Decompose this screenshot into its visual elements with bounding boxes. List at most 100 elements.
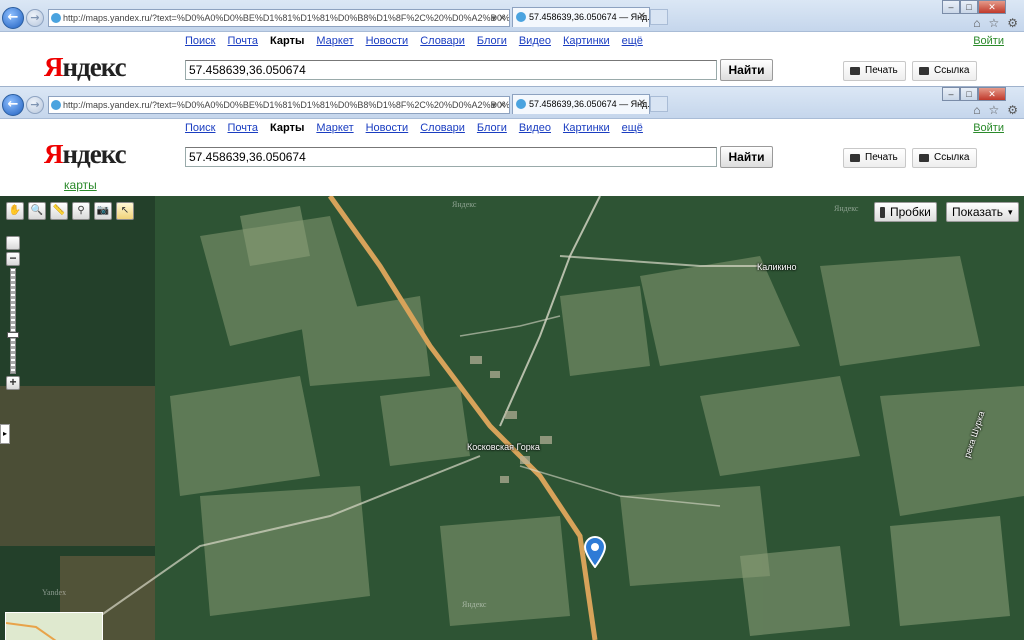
browser-tools-front: ⌂ ☆ ⚙ xyxy=(973,103,1018,117)
forward-button[interactable]: → xyxy=(26,9,44,27)
zoom-control: − + xyxy=(6,236,20,390)
zoom-reset-button[interactable] xyxy=(6,236,20,250)
tab-active-front[interactable]: 57.458639,36.050674 — Янд... ✕ xyxy=(512,94,650,114)
zoom-tool-icon[interactable]: 🔍 xyxy=(28,202,46,220)
screenshot-tool-icon[interactable]: 📷 xyxy=(94,202,112,220)
find-button-front[interactable]: Найти xyxy=(720,146,773,168)
new-tab-button-front[interactable] xyxy=(650,96,668,112)
login-link-front[interactable]: Войти xyxy=(973,122,1004,134)
settings-icon[interactable]: ⚙ xyxy=(1007,103,1018,117)
pan-tool-icon[interactable]: ✋ xyxy=(6,202,24,220)
zoom-slider[interactable] xyxy=(10,268,16,374)
nav-link-more[interactable]: ещё xyxy=(622,35,643,47)
close-button[interactable]: ✕ xyxy=(978,0,1006,14)
nav-link-blogs[interactable]: Блоги xyxy=(477,35,507,47)
traffic-light-icon xyxy=(880,206,885,218)
nav-link-market[interactable]: Маркет xyxy=(316,122,353,134)
browser-tools: ⌂ ☆ ⚙ xyxy=(973,16,1018,30)
tab-close-icon[interactable]: ✕ xyxy=(638,95,646,113)
zoom-in-button[interactable]: + xyxy=(6,376,20,390)
watermark: Яндекс xyxy=(452,200,477,209)
print-label: Печать xyxy=(865,152,898,163)
select-tool-icon[interactable]: ↖ xyxy=(116,202,134,220)
nav-link-blogs[interactable]: Блоги xyxy=(477,122,507,134)
login-link[interactable]: Войти xyxy=(973,35,1004,47)
address-bar[interactable]: http://maps.yandex.ru/?text=%D0%A0%D0%BE… xyxy=(48,9,510,27)
back-button[interactable]: ← xyxy=(2,7,24,29)
address-bar-front[interactable]: http://maps.yandex.ru/?text=%D0%A0%D0%BE… xyxy=(48,96,510,114)
nav-link-video[interactable]: Видео xyxy=(519,122,551,134)
watermark: Яндекс xyxy=(834,204,859,213)
forward-button-front[interactable]: → xyxy=(26,96,44,114)
back-button-front[interactable]: ← xyxy=(2,94,24,116)
minimize-button[interactable]: – xyxy=(942,87,960,101)
show-label: Показать xyxy=(952,205,1004,219)
watermark: Яндекс xyxy=(462,600,487,609)
sidebar-expand-button[interactable]: ▸ xyxy=(0,424,10,444)
address-controls[interactable]: ▾ ✕ xyxy=(491,10,506,26)
tab-close-icon[interactable]: ✕ xyxy=(638,8,646,26)
yandex-logo-front[interactable]: Яндекс xyxy=(44,139,127,170)
print-button[interactable]: Печать xyxy=(843,61,906,81)
route-tool-icon[interactable]: ⚲ xyxy=(72,202,90,220)
chevron-down-icon: ▾ xyxy=(1008,207,1013,217)
maximize-button[interactable]: □ xyxy=(960,87,978,101)
tab-site-icon xyxy=(516,99,526,109)
new-tab-button[interactable] xyxy=(650,9,668,25)
nav-link-news[interactable]: Новости xyxy=(366,35,409,47)
maps-service-link[interactable]: карты xyxy=(64,178,97,192)
address-text: http://maps.yandex.ru/?text=%D0%A0%D0%BE… xyxy=(63,100,510,110)
find-button[interactable]: Найти xyxy=(720,59,773,81)
foreground-window: ← → http://maps.yandex.ru/?text=%D0%A0%D… xyxy=(0,86,1024,196)
search-input-front[interactable]: 57.458639,36.050674 xyxy=(185,147,717,167)
map-imagery xyxy=(0,196,1024,640)
nav-link-dictionaries[interactable]: Словари xyxy=(420,35,465,47)
overview-minimap[interactable] xyxy=(5,612,103,640)
settings-icon[interactable]: ⚙ xyxy=(1007,16,1018,30)
nav-link-mail[interactable]: Почта xyxy=(227,122,258,134)
nav-link-images[interactable]: Картинки xyxy=(563,35,610,47)
satellite-map[interactable]: Яндекс Яндекс Яндекс Yandex Косковская Г… xyxy=(0,196,1024,640)
link-icon xyxy=(919,67,929,75)
home-icon[interactable]: ⌂ xyxy=(973,16,980,30)
browser-chrome-front: ← → http://maps.yandex.ru/?text=%D0%A0%D… xyxy=(0,87,1024,119)
nav-link-news[interactable]: Новости xyxy=(366,122,409,134)
top-nav-front: Поиск Почта Карты Маркет Новости Словари… xyxy=(185,122,643,134)
tab-title: 57.458639,36.050674 — Янд... xyxy=(529,99,650,109)
tab-title: 57.458639,36.050674 — Янд... xyxy=(529,12,650,22)
nav-link-dictionaries[interactable]: Словари xyxy=(420,122,465,134)
nav-link-mail[interactable]: Почта xyxy=(227,35,258,47)
background-window: ← → http://maps.yandex.ru/?text=%D0%A0%D… xyxy=(0,0,1024,88)
favorites-icon[interactable]: ☆ xyxy=(988,16,999,30)
yandex-logo[interactable]: Яндекс xyxy=(44,52,127,83)
nav-link-search[interactable]: Поиск xyxy=(185,122,215,134)
print-label: Печать xyxy=(865,65,898,76)
link-label: Ссылка xyxy=(934,65,970,76)
address-text: http://maps.yandex.ru/?text=%D0%A0%D0%BE… xyxy=(63,13,510,23)
yandex-header-back: Яндекс Поиск Почта Карты Маркет Новости … xyxy=(0,32,1024,88)
close-button[interactable]: ✕ xyxy=(978,87,1006,101)
link-button-front[interactable]: Ссылка xyxy=(912,148,978,168)
print-button-front[interactable]: Печать xyxy=(843,148,906,168)
nav-link-video[interactable]: Видео xyxy=(519,35,551,47)
address-controls[interactable]: ▾ ✕ xyxy=(491,97,506,113)
search-input[interactable]: 57.458639,36.050674 xyxy=(185,60,717,80)
minimize-button[interactable]: – xyxy=(942,0,960,14)
nav-link-more[interactable]: ещё xyxy=(622,122,643,134)
site-icon xyxy=(51,100,61,110)
map-label-kalikino[interactable]: Каликино xyxy=(757,262,796,272)
nav-link-images[interactable]: Картинки xyxy=(563,122,610,134)
show-layers-button[interactable]: Показать ▾ xyxy=(946,202,1019,222)
maximize-button[interactable]: □ xyxy=(960,0,978,14)
tab-active[interactable]: 57.458639,36.050674 — Янд... ✕ xyxy=(512,7,650,27)
traffic-button[interactable]: Пробки xyxy=(874,202,937,222)
nav-link-market[interactable]: Маркет xyxy=(316,35,353,47)
zoom-slider-handle[interactable] xyxy=(7,332,19,338)
map-label-village[interactable]: Косковская Горка xyxy=(467,442,540,452)
home-icon[interactable]: ⌂ xyxy=(973,103,980,117)
ruler-tool-icon[interactable]: 📏 xyxy=(50,202,68,220)
zoom-out-button[interactable]: − xyxy=(6,252,20,266)
favorites-icon[interactable]: ☆ xyxy=(988,103,999,117)
nav-link-search[interactable]: Поиск xyxy=(185,35,215,47)
link-button[interactable]: Ссылка xyxy=(912,61,978,81)
